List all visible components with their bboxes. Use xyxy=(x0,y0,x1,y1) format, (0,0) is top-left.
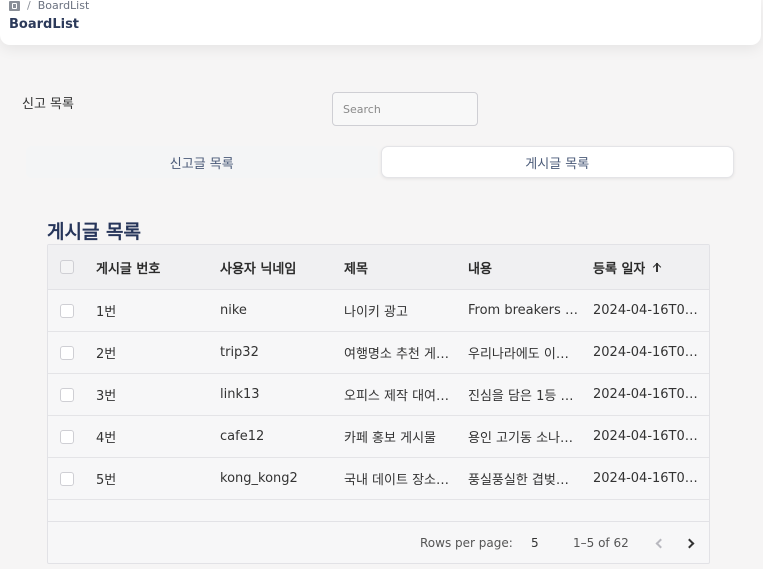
cell-nickname: cafe12 xyxy=(220,429,265,444)
table-pagination: Rows per page: 5 1–5 of 62 xyxy=(48,521,709,563)
cell-nickname: nike xyxy=(220,303,247,318)
cell-title: 나이키 광고 xyxy=(344,305,408,320)
table-row[interactable]: 2번 trip32 여행명소 추천 게시물 우리나라에도 이런 곳이 2024-… xyxy=(48,332,709,374)
cell-date: 2024-04-16T09:00:00 xyxy=(593,471,701,486)
cell-date: 2024-04-16T09:00:00 xyxy=(593,429,701,444)
cell-nickname: kong_kong2 xyxy=(220,471,298,486)
breadcrumb: / BoardList xyxy=(9,0,89,12)
next-page-button[interactable] xyxy=(680,532,702,554)
tab-report-list[interactable]: 신고글 목록 xyxy=(26,146,378,178)
cell-no: 4번 xyxy=(96,431,117,446)
column-header-nickname[interactable]: 사용자 닉네임 xyxy=(220,258,296,277)
cell-title: 오피스 제작 대여 광고 xyxy=(344,389,450,404)
tab-bar: 신고글 목록 게시글 목록 xyxy=(26,146,734,178)
row-checkbox[interactable] xyxy=(60,303,74,318)
home-icon[interactable] xyxy=(9,1,20,11)
page-title: BoardList xyxy=(9,17,80,32)
column-header-content[interactable]: 내용 xyxy=(468,258,492,277)
column-header-title[interactable]: 제목 xyxy=(344,258,368,277)
cell-date: 2024-04-16T09:00:00 xyxy=(593,345,701,360)
cell-no: 3번 xyxy=(96,389,117,404)
previous-page-button[interactable] xyxy=(648,532,670,554)
cell-content: 우리나라에도 이런 곳이 xyxy=(468,347,578,362)
cell-no: 5번 xyxy=(96,473,117,488)
table-row[interactable]: 1번 nike 나이키 광고 From breakers to... 2024-… xyxy=(48,290,709,332)
cell-content: 진심을 담은 1등 업체 xyxy=(468,389,578,404)
cell-content: From breakers to... xyxy=(468,303,578,318)
cell-content: 풍실풍실한 겹벚꽃 명소 xyxy=(468,473,578,488)
cell-date: 2024-04-16T09:00:00 xyxy=(593,387,701,402)
cell-nickname: link13 xyxy=(220,387,260,402)
tab-post-list[interactable]: 게시글 목록 xyxy=(380,146,734,178)
pagination-range: 1–5 of 62 xyxy=(573,536,629,550)
column-header-date[interactable]: 등록 일자 xyxy=(593,258,645,277)
rows-per-page-label: Rows per page: xyxy=(420,536,513,550)
cell-title: 국내 데이트 장소 추천 xyxy=(344,473,450,488)
cell-date: 2024-04-16T09:00:00 xyxy=(593,303,701,318)
chevron-left-icon xyxy=(655,538,666,548)
rows-per-page-select[interactable]: 5 xyxy=(531,536,539,550)
cell-nickname: trip32 xyxy=(220,345,259,360)
column-header-no[interactable]: 게시글 번호 xyxy=(96,258,160,277)
breadcrumb-separator: / xyxy=(27,0,31,12)
select-all-checkbox[interactable] xyxy=(60,260,74,274)
cell-title: 여행명소 추천 게시물 xyxy=(344,347,450,362)
breadcrumb-current: BoardList xyxy=(37,0,90,12)
top-app-bar: / BoardList BoardList xyxy=(0,0,761,45)
chevron-right-icon xyxy=(684,538,695,548)
row-checkbox[interactable] xyxy=(60,387,74,402)
table-header: 게시글 번호 사용자 닉네임 제목 내용 등록 일자 xyxy=(48,245,709,290)
table-row[interactable]: 5번 kong_kong2 국내 데이트 장소 추천 풍실풍실한 겹벚꽃 명소 … xyxy=(48,458,709,500)
data-table: 게시글 번호 사용자 닉네임 제목 내용 등록 일자 1번 nike 나이키 광… xyxy=(47,244,710,564)
cell-no: 2번 xyxy=(96,347,117,362)
cell-content: 용인 고기동 소나무 카페 xyxy=(468,431,578,446)
table-row[interactable]: 4번 cafe12 카페 홍보 게시물 용인 고기동 소나무 카페 2024-0… xyxy=(48,416,709,458)
row-checkbox[interactable] xyxy=(60,429,74,444)
list-heading: 게시글 목록 xyxy=(47,221,142,243)
cell-title: 카페 홍보 게시물 xyxy=(344,431,436,446)
table-row[interactable]: 3번 link13 오피스 제작 대여 광고 진심을 담은 1등 업체 2024… xyxy=(48,374,709,416)
search-input[interactable] xyxy=(332,92,478,126)
cell-no: 1번 xyxy=(96,305,117,320)
row-checkbox[interactable] xyxy=(60,345,74,360)
section-title: 신고 목록 xyxy=(22,97,74,112)
arrow-up-icon[interactable] xyxy=(651,261,663,273)
row-checkbox[interactable] xyxy=(60,471,74,486)
